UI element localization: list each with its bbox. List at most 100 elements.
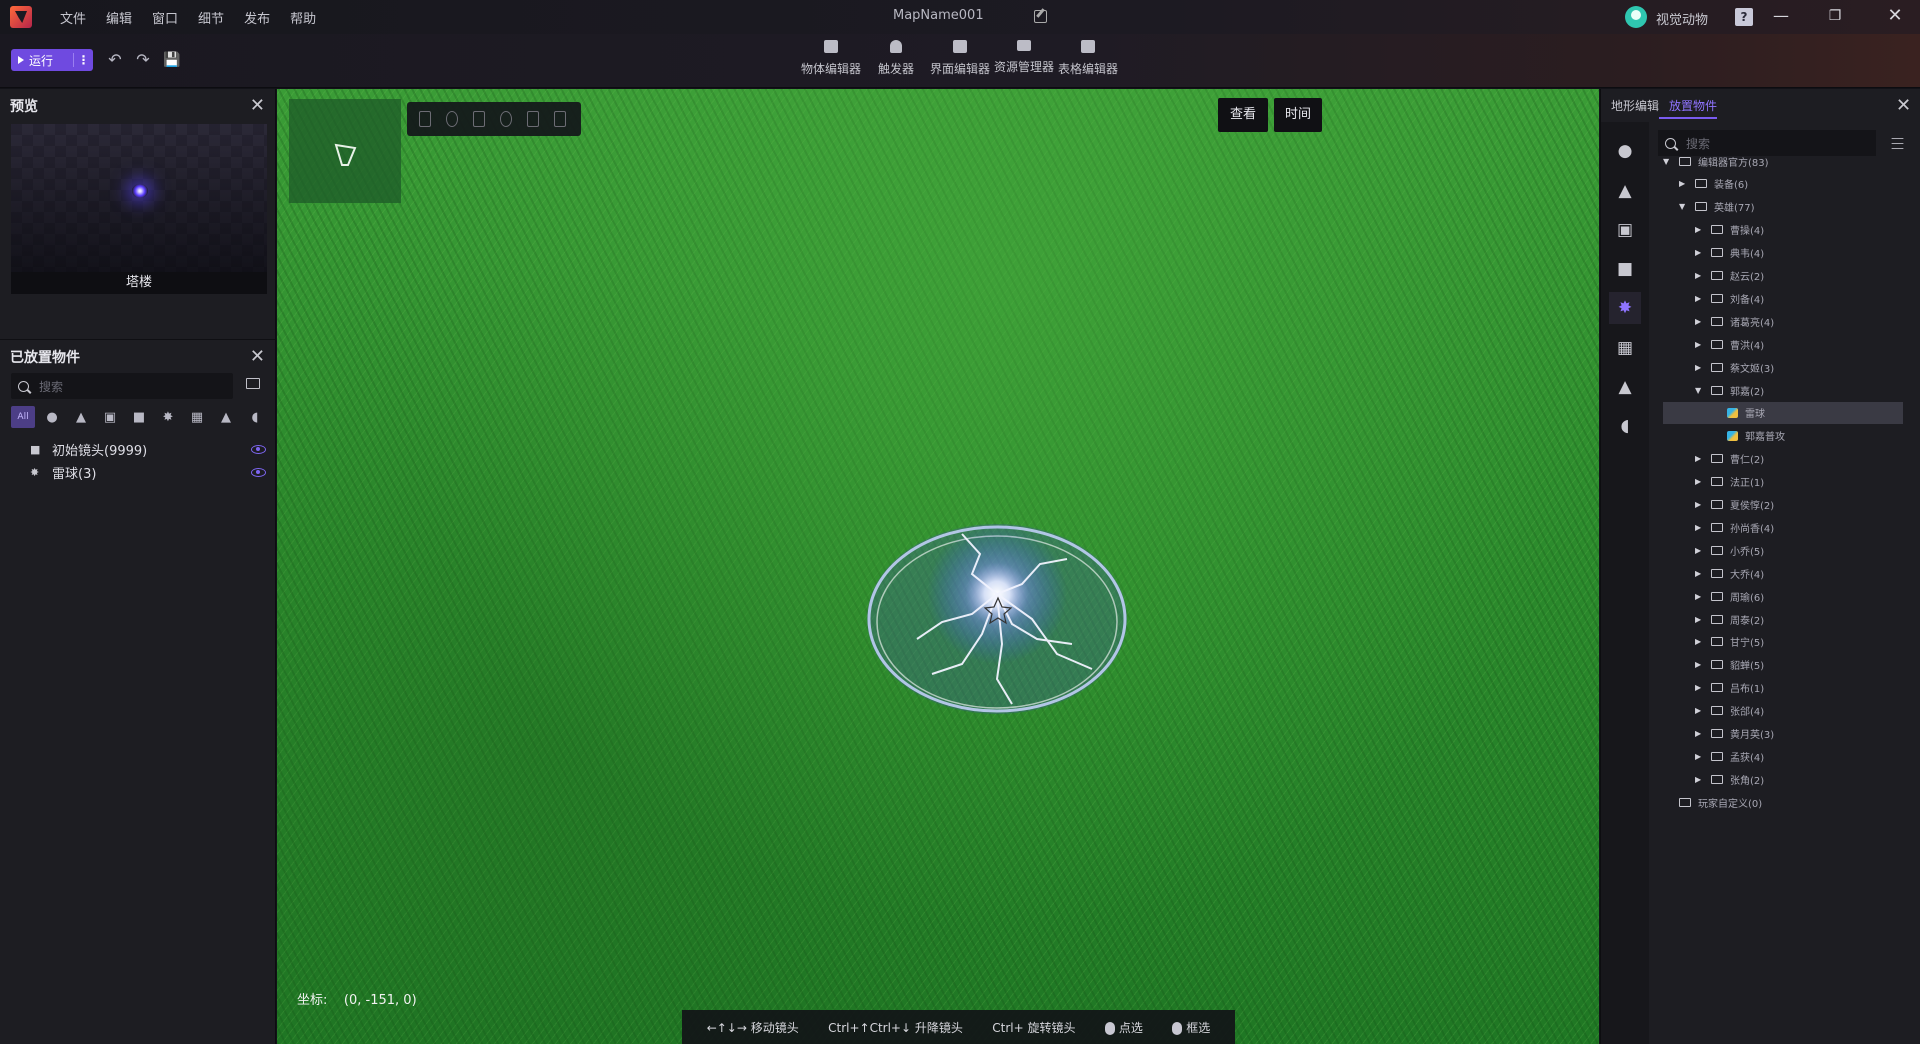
edit-map-name-icon[interactable]	[1034, 10, 1047, 23]
camera-category-icon[interactable]: ■	[1609, 253, 1641, 285]
caret-down-icon[interactable]: ▼	[1695, 386, 1705, 395]
filter-tree-icon[interactable]: ▲	[69, 406, 93, 428]
caret-right-icon[interactable]: ▶	[1695, 248, 1705, 257]
filter-camera-icon[interactable]: ■	[127, 406, 151, 428]
tree-folder[interactable]: ▶ 曹操(4)	[1695, 219, 1764, 241]
tree-folder[interactable]: ▶ 貂蝉(5)	[1695, 654, 1764, 676]
tree-folder[interactable]: ▶ 张角(2)	[1695, 768, 1764, 790]
caret-down-icon[interactable]: ▼	[1663, 157, 1673, 166]
user-name[interactable]: 视觉动物	[1656, 9, 1708, 28]
caret-right-icon[interactable]: ▶	[1679, 179, 1689, 188]
tree-folder[interactable]: ▶ 曹仁(2)	[1695, 448, 1764, 470]
tree-folder[interactable]: ▶ 孟获(4)	[1695, 745, 1764, 767]
caret-right-icon[interactable]: ▶	[1695, 454, 1705, 463]
folder-icon[interactable]	[246, 378, 260, 389]
tree-folder[interactable]: ▶ 小乔(5)	[1695, 539, 1764, 561]
sound-category-icon[interactable]: ◖	[1609, 410, 1641, 442]
tree-folder[interactable]: 玩家自定义(0)	[1663, 791, 1762, 813]
region-category-icon[interactable]: ▦	[1609, 332, 1641, 364]
scale-icon[interactable]	[473, 111, 485, 127]
caret-right-icon[interactable]: ▶	[1695, 523, 1705, 532]
caret-right-icon[interactable]: ▶	[1695, 592, 1705, 601]
caret-down-icon[interactable]: ▼	[1679, 202, 1689, 211]
menu-file[interactable]: 文件	[50, 8, 96, 27]
caret-right-icon[interactable]: ▶	[1695, 546, 1705, 555]
tree-item-effect[interactable]: 郭嘉普攻	[1711, 425, 1785, 447]
caret-right-icon[interactable]: ▶	[1695, 569, 1705, 578]
tree-folder[interactable]: ▶ 周瑜(6)	[1695, 585, 1764, 607]
run-options-icon[interactable]: ⋮	[73, 53, 93, 67]
menu-publish[interactable]: 发布	[234, 8, 280, 27]
menu-edit[interactable]: 编辑	[96, 8, 142, 27]
thunderball-effect[interactable]	[862, 504, 1132, 734]
visibility-eye-icon[interactable]	[251, 445, 266, 454]
filter-unit-icon[interactable]: ●	[40, 406, 64, 428]
close-icon[interactable]: ✕	[250, 95, 265, 116]
undo-icon[interactable]: ↶	[106, 51, 124, 69]
caret-right-icon[interactable]: ▶	[1695, 294, 1705, 303]
tree-folder[interactable]: ▶ 张郃(4)	[1695, 700, 1764, 722]
rotate-icon[interactable]	[446, 111, 458, 127]
run-button[interactable]: 运行 ⋮	[11, 49, 93, 71]
tree-folder[interactable]: ▶ 装备(6)	[1679, 173, 1748, 195]
tree-category-icon[interactable]: ▲	[1609, 175, 1641, 207]
list-menu-icon[interactable]: — — —	[1891, 132, 1904, 155]
filter-cube-icon[interactable]: ▣	[98, 406, 122, 428]
filter-region-icon[interactable]: ▦	[185, 406, 209, 428]
menu-window[interactable]: 窗口	[142, 8, 188, 27]
tree-item-effect[interactable]: 雷球	[1663, 401, 1903, 424]
tree-folder[interactable]: ▶ 甘宁(5)	[1695, 631, 1764, 653]
redo-icon[interactable]: ↷	[134, 51, 152, 69]
caret-right-icon[interactable]: ▶	[1695, 775, 1705, 784]
placed-item-camera[interactable]: ■ 初始镜头(9999)	[30, 440, 266, 459]
ui-editor-button[interactable]: 界面编辑器	[930, 40, 990, 77]
object-editor-button[interactable]: 物体编辑器	[801, 40, 861, 77]
tree-folder[interactable]: ▼ 郭嘉(2)	[1695, 379, 1764, 401]
terrain-category-icon[interactable]: ▲	[1609, 371, 1641, 403]
caret-right-icon[interactable]: ▶	[1695, 683, 1705, 692]
tree-folder[interactable]: ▶ 周泰(2)	[1695, 608, 1764, 630]
caret-right-icon[interactable]: ▶	[1695, 615, 1705, 624]
tree-folder[interactable]: ▶ 孙尚香(4)	[1695, 516, 1774, 538]
caret-right-icon[interactable]: ▶	[1695, 706, 1705, 715]
view-button[interactable]: 查看	[1218, 98, 1268, 132]
save-icon[interactable]: 💾	[163, 51, 181, 69]
caret-right-icon[interactable]: ▶	[1695, 225, 1705, 234]
placed-item-thunderball[interactable]: ✸ 雷球(3)	[30, 463, 266, 482]
menu-detail[interactable]: 细节	[188, 8, 234, 27]
tree-folder[interactable]: ▶ 大乔(4)	[1695, 562, 1764, 584]
unit-category-icon[interactable]: ●	[1609, 135, 1641, 167]
filter-sound-icon[interactable]: ◖	[243, 406, 267, 428]
cube-category-icon[interactable]: ▣	[1609, 214, 1641, 246]
tree-folder[interactable]: ▶ 吕布(1)	[1695, 677, 1764, 699]
table-editor-button[interactable]: 表格编辑器	[1058, 40, 1118, 77]
close-window-button[interactable]: ✕	[1872, 0, 1918, 34]
move-icon[interactable]	[527, 111, 539, 127]
caret-right-icon[interactable]: ▶	[1695, 637, 1705, 646]
tree-folder[interactable]: ▶ 刘备(4)	[1695, 287, 1764, 309]
placed-search-input[interactable]: 搜索	[11, 373, 233, 399]
tree-folder[interactable]: ▶ 黄月英(3)	[1695, 723, 1774, 745]
restore-button[interactable]: ❐	[1812, 0, 1858, 34]
tree-folder[interactable]: ▶ 蔡文姬(3)	[1695, 356, 1774, 378]
caret-right-icon[interactable]: ▶	[1695, 500, 1705, 509]
caret-right-icon[interactable]: ▶	[1695, 660, 1705, 669]
effect-category-icon[interactable]: ✸	[1609, 292, 1641, 324]
close-icon[interactable]: ✕	[250, 346, 265, 367]
caret-right-icon[interactable]: ▶	[1695, 729, 1705, 738]
close-icon[interactable]: ✕	[1896, 95, 1911, 116]
trigger-button[interactable]: 触发器	[878, 40, 914, 77]
tree-folder[interactable]: ▶ 赵云(2)	[1695, 265, 1764, 287]
tree-folder[interactable]: ▶ 典韦(4)	[1695, 242, 1764, 264]
resource-manager-button[interactable]: 资源管理器	[994, 40, 1054, 75]
scene-viewport[interactable]: 查看 时间 坐标: (0, -151, 0) ←↑↓→ 移动镜头 Ctrl+↑C…	[277, 89, 1599, 1044]
minimap[interactable]	[289, 99, 401, 203]
tree-folder[interactable]: ▼ 英雄(77)	[1679, 196, 1755, 218]
filter-effect-icon[interactable]: ✸	[156, 406, 180, 428]
expand-icon[interactable]	[419, 111, 431, 127]
caret-right-icon[interactable]: ▶	[1695, 317, 1705, 326]
caret-right-icon[interactable]: ▶	[1695, 477, 1705, 486]
tree-folder[interactable]: ▼ 编辑器官方(83)	[1663, 150, 1769, 172]
minimize-button[interactable]: —	[1758, 0, 1804, 34]
caret-right-icon[interactable]: ▶	[1695, 340, 1705, 349]
